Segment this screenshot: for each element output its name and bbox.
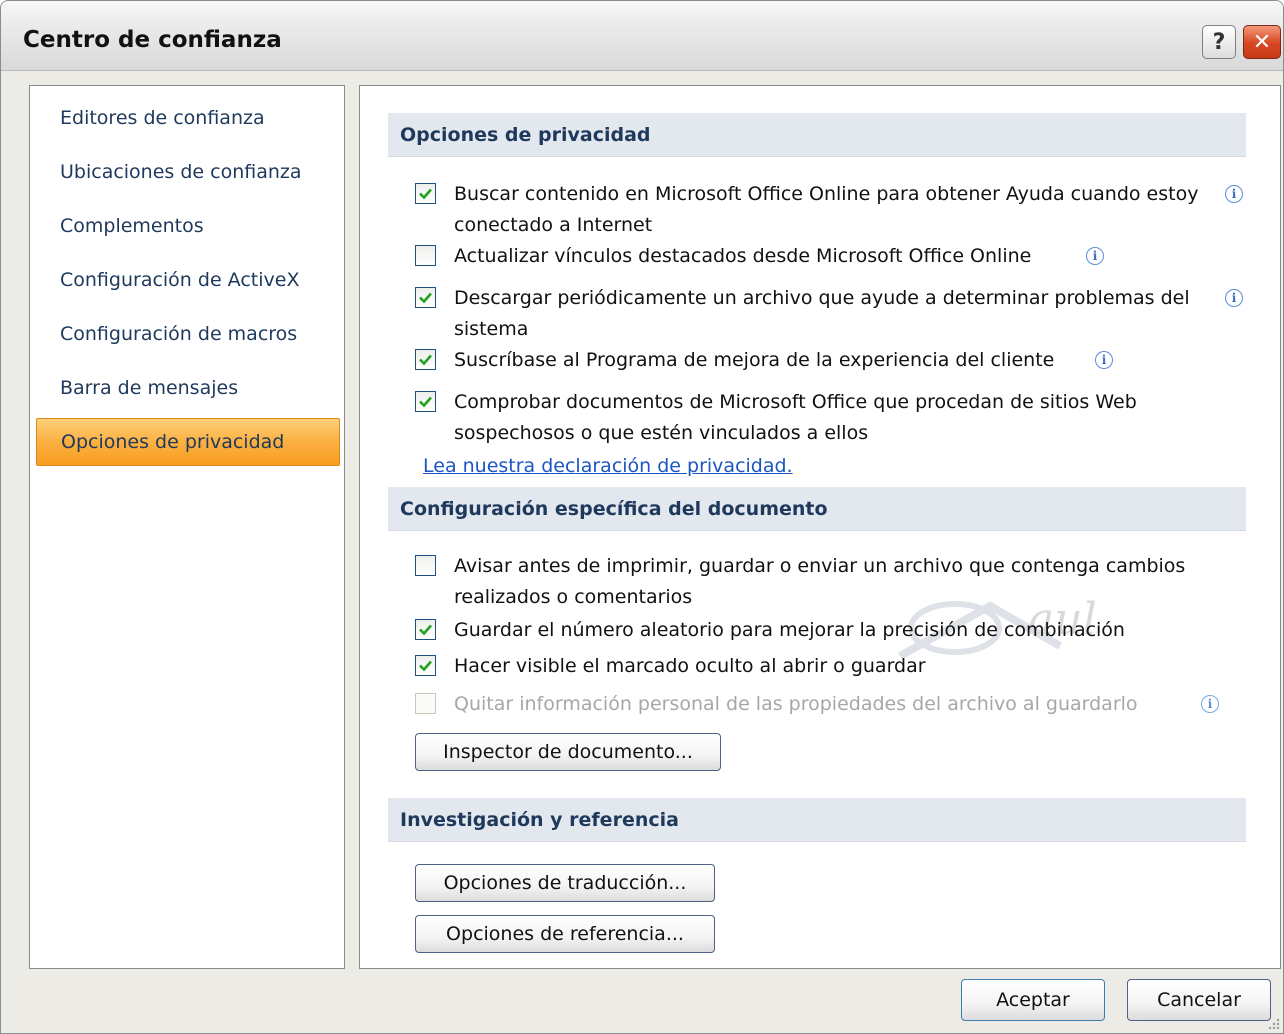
section-header-document: Configuración específica del documento <box>388 487 1246 531</box>
checkbox[interactable] <box>415 655 436 676</box>
nav-item-label: Barra de mensajes <box>60 377 239 399</box>
checkbox[interactable] <box>415 245 436 266</box>
nav-item-editores[interactable]: Editores de confianza <box>36 94 340 142</box>
reference-options-button[interactable]: Opciones de referencia... <box>415 915 715 953</box>
help-button-label: ? <box>1212 29 1226 55</box>
option-programa-mejora[interactable]: Suscríbase al Programa de mejora de la e… <box>415 345 1245 376</box>
close-button-label: ✕ <box>1252 29 1272 55</box>
info-icon[interactable]: i <box>1095 351 1113 369</box>
checkmark-icon <box>419 396 432 408</box>
checkbox[interactable] <box>415 287 436 308</box>
nav-item-label: Configuración de macros <box>60 323 298 345</box>
title-bar[interactable]: Centro de confianza ? ✕ <box>1 1 1283 71</box>
window-title: Centro de confianza <box>23 27 282 53</box>
button-label: Inspector de documento... <box>443 741 693 763</box>
option-label: Suscríbase al Programa de mejora de la e… <box>454 349 1055 371</box>
nav-item-label: Opciones de privacidad <box>61 431 285 453</box>
button-label: Aceptar <box>996 989 1070 1011</box>
checkmark-icon <box>419 354 432 366</box>
button-label: Opciones de referencia... <box>446 923 684 945</box>
info-icon[interactable]: i <box>1201 695 1219 713</box>
option-label: Quitar información personal de las propi… <box>454 693 1138 715</box>
option-avisar-antes[interactable]: Avisar antes de imprimir, guardar o envi… <box>415 551 1245 613</box>
button-label: Cancelar <box>1157 989 1241 1011</box>
checkbox[interactable] <box>415 349 436 370</box>
option-actualizar-vinculos[interactable]: Actualizar vínculos destacados desde Mic… <box>415 241 1245 272</box>
section-title: Opciones de privacidad <box>400 123 651 146</box>
checkmark-icon <box>419 660 432 672</box>
info-icon[interactable]: i <box>1225 289 1243 307</box>
option-descargar-archivo[interactable]: Descargar periódicamente un archivo que … <box>415 283 1245 345</box>
option-label: Avisar antes de imprimir, guardar o envi… <box>454 555 1186 608</box>
info-icon[interactable]: i <box>1086 247 1104 265</box>
close-icon[interactable]: ✕ <box>1243 25 1281 59</box>
translation-options-button[interactable]: Opciones de traducción... <box>415 864 715 902</box>
nav-item-ubicaciones[interactable]: Ubicaciones de confianza <box>36 148 340 196</box>
nav-item-label: Complementos <box>60 215 204 237</box>
document-inspector-button[interactable]: Inspector de documento... <box>415 733 721 771</box>
checkmark-icon <box>419 624 432 636</box>
nav-item-label: Ubicaciones de confianza <box>60 161 302 183</box>
checkbox[interactable] <box>415 183 436 204</box>
option-marcado-oculto[interactable]: Hacer visible el marcado oculto al abrir… <box>415 651 1245 682</box>
option-quitar-informacion: Quitar información personal de las propi… <box>415 689 1245 720</box>
section-title: Investigación y referencia <box>400 808 679 831</box>
section-header-privacy: Opciones de privacidad <box>388 113 1246 157</box>
checkmark-icon <box>419 292 432 304</box>
privacy-statement-link[interactable]: Lea nuestra declaración de privacidad. <box>423 455 793 477</box>
checkbox[interactable] <box>415 555 436 576</box>
ok-button[interactable]: Aceptar <box>961 979 1105 1021</box>
checkbox[interactable] <box>415 619 436 640</box>
nav-item-activex[interactable]: Configuración de ActiveX <box>36 256 340 304</box>
nav-item-barra-mensajes[interactable]: Barra de mensajes <box>36 364 340 412</box>
option-label: Descargar periódicamente un archivo que … <box>454 287 1190 340</box>
option-label: Buscar contenido en Microsoft Office Onl… <box>454 183 1199 236</box>
help-icon[interactable]: ? <box>1202 25 1236 59</box>
checkmark-icon <box>419 188 432 200</box>
option-guardar-numero[interactable]: Guardar el número aleatorio para mejorar… <box>415 615 1245 646</box>
option-label: Hacer visible el marcado oculto al abrir… <box>454 655 926 677</box>
cancel-button[interactable]: Cancelar <box>1127 979 1271 1021</box>
option-label: Comprobar documentos de Microsoft Office… <box>454 391 1137 444</box>
nav-item-complementos[interactable]: Complementos <box>36 202 340 250</box>
trust-center-dialog: Centro de confianza ? ✕ Editores de conf… <box>0 0 1284 1034</box>
nav-item-privacidad[interactable]: Opciones de privacidad <box>36 418 340 466</box>
settings-panel: aula clic Opciones de privacidad Buscar … <box>359 85 1281 969</box>
checkbox <box>415 693 436 714</box>
nav-item-label: Editores de confianza <box>60 107 265 129</box>
option-comprobar-documentos[interactable]: Comprobar documentos de Microsoft Office… <box>415 387 1245 449</box>
option-label: Guardar el número aleatorio para mejorar… <box>454 619 1125 641</box>
checkbox[interactable] <box>415 391 436 412</box>
category-list: Editores de confianza Ubicaciones de con… <box>29 85 345 969</box>
nav-item-label: Configuración de ActiveX <box>60 269 300 291</box>
option-label: Actualizar vínculos destacados desde Mic… <box>454 245 1032 267</box>
info-icon[interactable]: i <box>1225 185 1243 203</box>
nav-item-macros[interactable]: Configuración de macros <box>36 310 340 358</box>
resize-grip-icon[interactable] <box>1267 1017 1281 1031</box>
section-title: Configuración específica del documento <box>400 497 828 520</box>
button-label: Opciones de traducción... <box>443 872 687 894</box>
section-header-research: Investigación y referencia <box>388 798 1246 842</box>
option-buscar-contenido[interactable]: Buscar contenido en Microsoft Office Onl… <box>415 179 1245 241</box>
